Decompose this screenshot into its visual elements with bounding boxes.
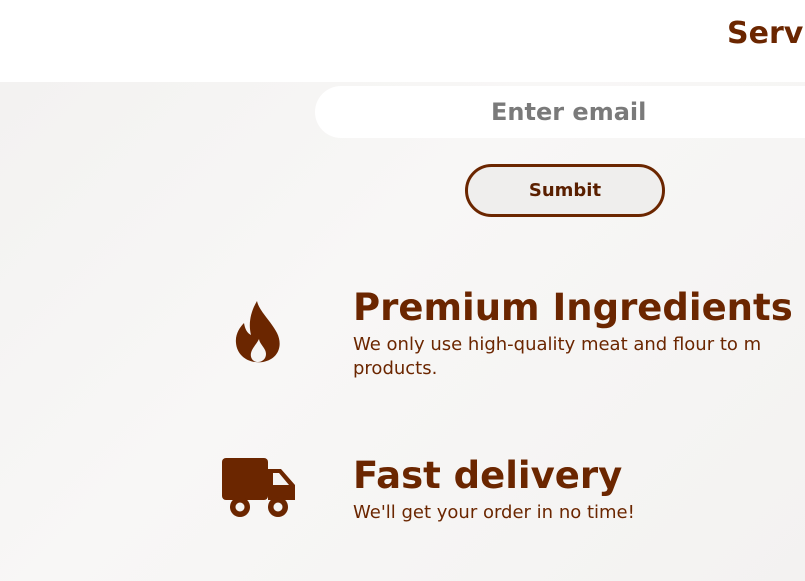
submit-button[interactable]: Sumbit bbox=[465, 164, 665, 217]
feature-desc-delivery: We'll get your order in no time! bbox=[353, 502, 635, 523]
nav-link-services[interactable]: Servi bbox=[727, 16, 805, 51]
navbar: Servi bbox=[0, 0, 805, 82]
fire-icon bbox=[235, 301, 283, 363]
feature-title-premium: Premium Ingredients bbox=[353, 286, 793, 329]
email-input[interactable] bbox=[315, 86, 805, 138]
feature-desc-premium-line1: We only use high-quality meat and flour … bbox=[353, 334, 762, 355]
feature-title-delivery: Fast delivery bbox=[353, 454, 623, 497]
feature-desc-premium-line2: products. bbox=[353, 358, 438, 379]
page: Servi Sumbit Premium Ingredients We only… bbox=[0, 0, 805, 581]
truck-icon bbox=[221, 457, 297, 519]
